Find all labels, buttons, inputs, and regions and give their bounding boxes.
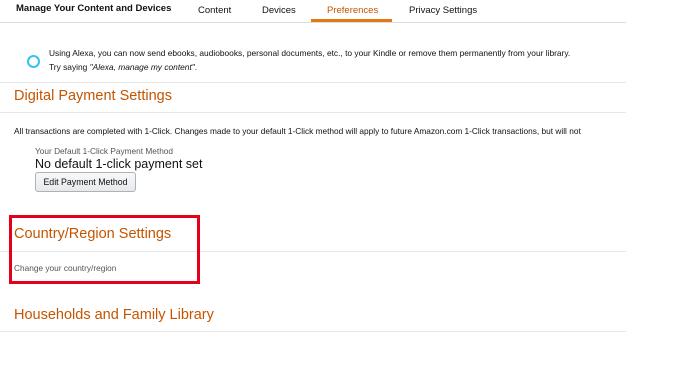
top-navigation: Manage Your Content and Devices Content … bbox=[0, 0, 626, 23]
alexa-ring-icon bbox=[27, 55, 40, 68]
alexa-command: "Alexa, manage my content" bbox=[89, 62, 195, 72]
one-click-note: All transactions are completed with 1-Cl… bbox=[14, 126, 581, 136]
highlight-annotation-box bbox=[9, 215, 200, 284]
households-family-library-heading[interactable]: Households and Family Library bbox=[14, 307, 214, 323]
active-tab-indicator bbox=[311, 19, 392, 22]
tab-content[interactable]: Content bbox=[198, 5, 231, 16]
default-payment-value: No default 1-click payment set bbox=[35, 157, 203, 171]
section-divider bbox=[0, 112, 626, 113]
tab-devices[interactable]: Devices bbox=[262, 5, 296, 16]
alexa-try-suffix: . bbox=[194, 62, 198, 72]
tab-preferences[interactable]: Preferences bbox=[327, 5, 378, 16]
edit-payment-method-button[interactable]: Edit Payment Method bbox=[35, 172, 136, 192]
alexa-message: Using Alexa, you can now send ebooks, au… bbox=[49, 48, 571, 58]
digital-payment-settings-heading: Digital Payment Settings bbox=[14, 88, 172, 104]
alexa-banner: Using Alexa, you can now send ebooks, au… bbox=[0, 40, 626, 83]
tab-privacy-settings[interactable]: Privacy Settings bbox=[409, 5, 477, 16]
alexa-try-prefix: Try saying bbox=[49, 62, 90, 72]
section-divider bbox=[0, 331, 626, 332]
page-title: Manage Your Content and Devices bbox=[16, 3, 172, 14]
default-payment-label: Your Default 1-Click Payment Method bbox=[35, 146, 174, 156]
alexa-try-saying: Try saying "Alexa, manage my content". bbox=[49, 62, 197, 72]
